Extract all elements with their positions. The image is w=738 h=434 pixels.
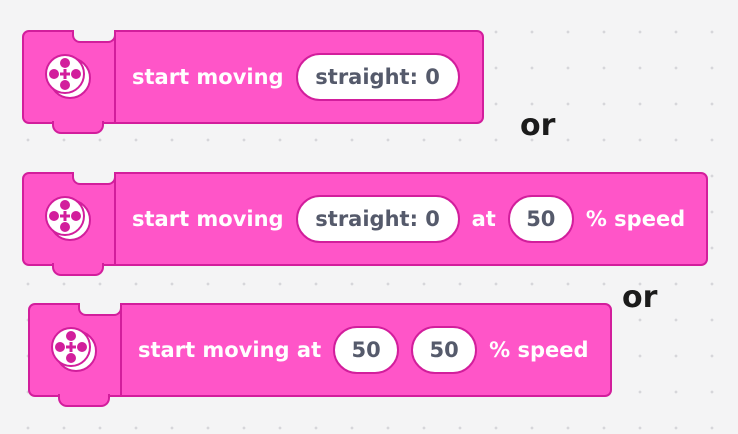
block-label: start moving at xyxy=(138,338,322,362)
at-label: at xyxy=(471,207,496,231)
motor-pair-icon xyxy=(30,305,122,395)
or-separator: or xyxy=(622,280,658,315)
motor-pair-icon xyxy=(24,174,116,264)
motor-pair-icon xyxy=(24,32,116,122)
left-speed-input[interactable]: 50 xyxy=(333,326,400,374)
start-moving-at-block[interactable]: start moving at 50 50 % speed xyxy=(28,303,612,407)
speed-suffix-label: % speed xyxy=(585,207,686,231)
block-label: start moving xyxy=(132,207,284,231)
speed-suffix-label: % speed xyxy=(489,338,589,362)
block-label: start moving xyxy=(132,65,284,89)
start-moving-block[interactable]: start moving straight: 0 xyxy=(22,30,484,134)
steering-input[interactable]: straight: 0 xyxy=(295,195,460,243)
start-moving-speed-block[interactable]: start moving straight: 0 at 50 % speed xyxy=(22,172,708,276)
speed-input[interactable]: 50 xyxy=(507,195,574,243)
or-separator: or xyxy=(520,108,556,143)
steering-input[interactable]: straight: 0 xyxy=(295,53,460,101)
right-speed-input[interactable]: 50 xyxy=(411,326,478,374)
